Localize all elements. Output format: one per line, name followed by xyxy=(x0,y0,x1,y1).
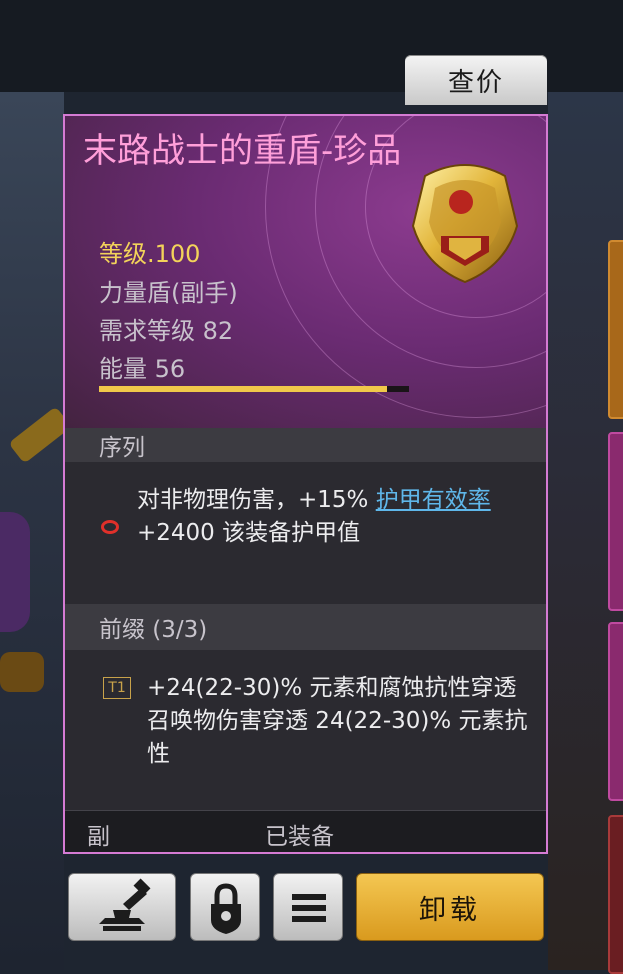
item-level: 等级.100 xyxy=(99,240,201,268)
prefix-header: 前缀 (3/3) xyxy=(65,604,546,650)
side-item-card[interactable] xyxy=(608,432,623,611)
sequence-section: 对非物理伤害，+15% 护甲有效率 +2400 该装备护甲值 xyxy=(65,462,546,602)
item-tooltip-card: 末路战士的重盾-珍品 等级.100 力量盾(副手) 需求等级 82 能量 56 … xyxy=(63,114,548,854)
sequence-affix-text: 对非物理伤害，+15% xyxy=(137,487,376,513)
side-item-card[interactable] xyxy=(608,815,623,974)
sequence-affix-armor: +2400 该装备护甲值 xyxy=(137,520,361,546)
anvil-hammer-icon xyxy=(99,878,151,931)
scene-left-background xyxy=(0,92,72,970)
unequip-button[interactable]: 卸载 xyxy=(356,873,544,941)
energy-bar-fill xyxy=(99,386,388,392)
prefix-section: T1 +24(22-30)% 元素和腐蚀抗性穿透 召唤物伤害穿透 24(22-3… xyxy=(65,650,546,810)
prefix-affix-line: 召唤物伤害穿透 24(22-30)% 元素抗性 xyxy=(147,708,528,767)
energy-bar xyxy=(99,386,409,392)
lock-button[interactable] xyxy=(190,873,260,941)
shield-item-icon xyxy=(411,164,519,284)
sequence-header: 序列 xyxy=(65,428,546,462)
menu-button[interactable] xyxy=(273,873,343,941)
scene-beam xyxy=(0,652,44,692)
equip-state: 已装备 xyxy=(265,824,334,850)
lock-icon xyxy=(211,883,241,934)
required-level: 需求等级 82 xyxy=(99,317,234,345)
item-name: 末路战士的重盾-珍品 xyxy=(83,131,402,171)
prefix-affix: +24(22-30)% 元素和腐蚀抗性穿透 召唤物伤害穿透 24(22-30)%… xyxy=(147,672,537,771)
side-item-card[interactable] xyxy=(608,240,623,419)
scene-figure xyxy=(0,512,30,632)
check-price-button[interactable]: 查价 xyxy=(405,55,547,105)
item-type: 力量盾(副手) xyxy=(99,279,238,307)
tier-badge: T1 xyxy=(103,677,131,699)
item-header: 末路战士的重盾-珍品 等级.100 力量盾(副手) 需求等级 82 能量 56 xyxy=(65,116,546,431)
ring-bullet-icon xyxy=(101,520,119,534)
equip-footer: 副 已装备 xyxy=(65,810,546,852)
prefix-affix-line: +24(22-30)% 元素和腐蚀抗性穿透 xyxy=(147,675,517,701)
smith-button[interactable] xyxy=(68,873,176,941)
armor-effectiveness-link[interactable]: 护甲有效率 xyxy=(376,487,491,513)
sequence-affix: 对非物理伤害，+15% 护甲有效率 +2400 该装备护甲值 xyxy=(137,484,532,550)
slot-label: 副 xyxy=(87,824,110,850)
menu-icon xyxy=(292,894,326,922)
side-item-card[interactable] xyxy=(608,622,623,801)
item-energy: 能量 56 xyxy=(99,355,186,383)
